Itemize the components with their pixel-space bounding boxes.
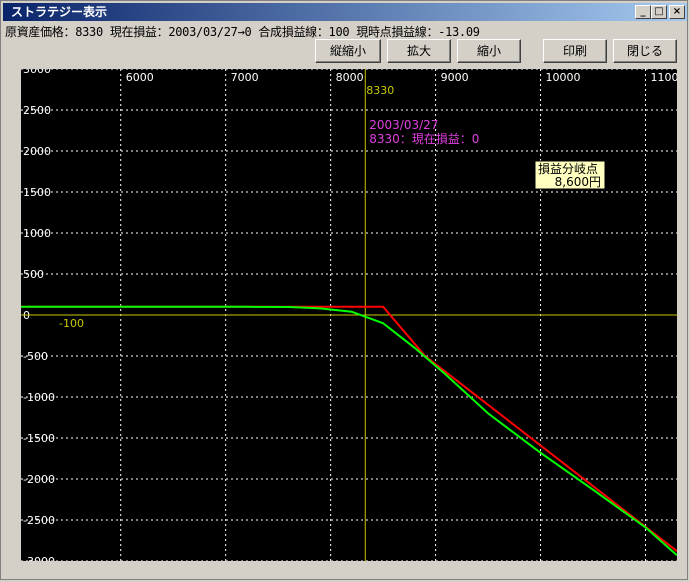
x-tick-label: 6000	[126, 71, 154, 84]
x-tick-label: 11000	[651, 71, 677, 84]
y-tick-label: 3000	[23, 69, 51, 76]
print-button[interactable]: 印刷	[543, 39, 607, 63]
maximize-button[interactable]: □	[651, 5, 667, 19]
y-tick-label: -3000	[23, 555, 55, 561]
annotation-current-pl: 8330：現在損益：0	[369, 131, 479, 146]
y-tick-label: 1000	[23, 227, 51, 240]
title-bar[interactable]: ストラテジー表示 _ □ ×	[3, 3, 687, 21]
breakeven-value: 8,600円	[555, 175, 601, 189]
y-tick-label: -1000	[23, 391, 55, 404]
y-tick-label: 1500	[23, 186, 51, 199]
x-tick-label: 9000	[441, 71, 469, 84]
chart-plot-area: 6000 7000 8000 9000 10000 11000 3000 2500 2000 15…	[21, 69, 677, 561]
y-tick-label: -500	[23, 350, 48, 363]
annotation-date: 2003/03/27	[369, 118, 438, 132]
close-button[interactable]: 閉じる	[613, 39, 677, 63]
y-tick-label: -2500	[23, 514, 55, 527]
window-title: ストラテジー表示	[11, 5, 108, 19]
level-label: -100	[59, 317, 84, 330]
x-tick-label: 8000	[336, 71, 364, 84]
x-tick-label: 10000	[546, 71, 581, 84]
y-tick-label: -2000	[23, 473, 55, 486]
y-tick-label: 500	[23, 268, 44, 281]
close-window-button[interactable]: ×	[669, 5, 685, 19]
vertical-shrink-button[interactable]: 縦縮小	[315, 39, 381, 63]
current-payoff-line	[21, 305, 677, 557]
x-tick-label: 7000	[231, 71, 259, 84]
minimize-button[interactable]: _	[635, 5, 651, 19]
expiry-payoff-line	[21, 305, 677, 552]
strategy-window: ストラテジー表示 _ □ × 原資産価格：8330 現在損益：2003/03/2…	[0, 0, 688, 580]
info-bar: 原資産価格：8330 現在損益：2003/03/27→0 合成損益線：100 現…	[5, 25, 480, 39]
underlying-price-label: 8330	[366, 84, 394, 97]
y-tick-label: 2500	[23, 104, 51, 117]
y-tick-label: 2000	[23, 145, 51, 158]
zoom-out-button[interactable]: 縮小	[457, 39, 521, 63]
y-tick-label: -1500	[23, 432, 55, 445]
breakeven-title: 損益分岐点	[538, 161, 598, 176]
payoff-chart: 6000 7000 8000 9000 10000 11000 3000 2500 2000 15…	[21, 69, 677, 561]
zoom-in-button[interactable]: 拡大	[387, 39, 451, 63]
